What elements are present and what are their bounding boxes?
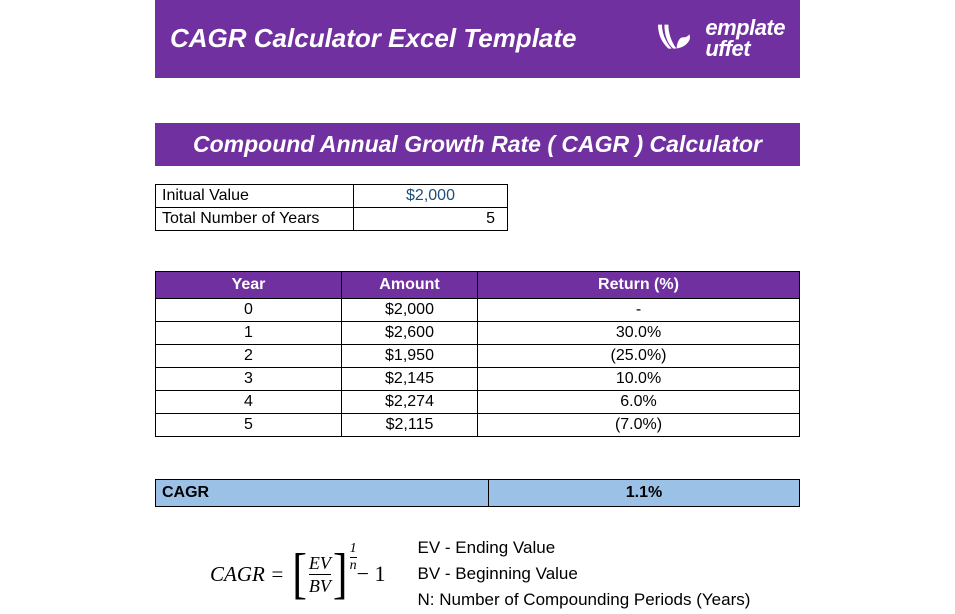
cagr-value: 1.1% xyxy=(489,479,800,506)
initial-value-label: Initual Value xyxy=(156,184,354,207)
formula-legend: EV - Ending Value BV - Beginning Value N… xyxy=(417,535,750,614)
brand-logo: emplate uffet xyxy=(649,18,785,60)
logo-line2: uffet xyxy=(705,36,750,61)
table-row: 5 $2,115 (7.0%) xyxy=(156,413,800,436)
header-return: Return (%) xyxy=(478,271,800,298)
cagr-result: CAGR 1.1% xyxy=(155,479,800,507)
table-row: 0 $2,000 - xyxy=(156,298,800,321)
initial-value-cell[interactable]: $2,000 xyxy=(354,184,508,207)
header-year: Year xyxy=(156,271,342,298)
legend-n: N: Number of Compounding Periods (Years) xyxy=(417,587,750,613)
cagr-formula: CAGR = [ EV BV ] 1 n − 1 xyxy=(155,542,385,607)
input-table: Initual Value $2,000 Total Number of Yea… xyxy=(155,184,800,231)
logo-wing-icon xyxy=(649,23,699,55)
formula-section: CAGR = [ EV BV ] 1 n − 1 EV - Ending Val… xyxy=(155,535,800,614)
table-row: 1 $2,600 30.0% xyxy=(156,321,800,344)
page-title: CAGR Calculator Excel Template xyxy=(170,23,577,54)
total-years-cell[interactable]: 5 xyxy=(354,207,508,230)
legend-bv: BV - Beginning Value xyxy=(417,561,750,587)
table-row: 2 $1,950 (25.0%) xyxy=(156,344,800,367)
table-row: 3 $2,145 10.0% xyxy=(156,367,800,390)
header-amount: Amount xyxy=(342,271,478,298)
data-table: Year Amount Return (%) 0 $2,000 - 1 $2,6… xyxy=(155,271,800,437)
subtitle: Compound Annual Growth Rate ( CAGR ) Cal… xyxy=(155,123,800,166)
table-row: 4 $2,274 6.0% xyxy=(156,390,800,413)
page-header: CAGR Calculator Excel Template emplate u… xyxy=(155,0,800,78)
cagr-label: CAGR xyxy=(156,479,489,506)
legend-ev: EV - Ending Value xyxy=(417,535,750,561)
total-years-label: Total Number of Years xyxy=(156,207,354,230)
